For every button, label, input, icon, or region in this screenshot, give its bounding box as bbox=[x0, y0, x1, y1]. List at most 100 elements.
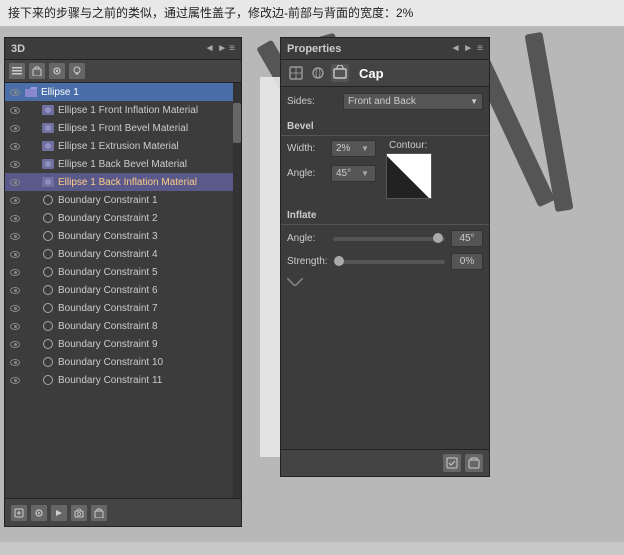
angle-input[interactable]: 45° ▼ bbox=[331, 165, 376, 182]
eye-icon[interactable] bbox=[9, 249, 21, 259]
layer-label: Boundary Constraint 9 bbox=[58, 339, 158, 350]
eye-icon[interactable] bbox=[9, 285, 21, 295]
eye-icon[interactable] bbox=[9, 195, 21, 205]
eye-icon[interactable] bbox=[9, 213, 21, 223]
toolbar-icon-light[interactable] bbox=[69, 63, 85, 79]
angle-dropdown-arrow[interactable]: ▼ bbox=[359, 169, 371, 178]
eye-icon[interactable] bbox=[9, 357, 21, 367]
panel-3d-menu[interactable]: ≡ bbox=[229, 43, 235, 54]
width-dropdown-arrow[interactable]: ▼ bbox=[359, 144, 371, 153]
layer-item[interactable]: Boundary Constraint 4 bbox=[5, 245, 241, 263]
strength-slider-track[interactable] bbox=[334, 260, 445, 264]
layer-item[interactable]: Boundary Constraint 10 bbox=[5, 353, 241, 371]
layer-item[interactable]: Boundary Constraint 1 bbox=[5, 191, 241, 209]
eye-icon[interactable] bbox=[9, 105, 21, 115]
layer-item[interactable]: Boundary Constraint 11 bbox=[5, 371, 241, 389]
layer-label: Boundary Constraint 5 bbox=[58, 267, 158, 278]
layer-item[interactable]: Boundary Constraint 7 bbox=[5, 299, 241, 317]
layer-item[interactable]: Boundary Constraint 2 bbox=[5, 209, 241, 227]
layer-item[interactable]: Boundary Constraint 6 bbox=[5, 281, 241, 299]
layer-item[interactable]: Ellipse 1 bbox=[5, 83, 241, 101]
inflate-slider-thumb[interactable] bbox=[433, 233, 443, 243]
inflate-slider-track[interactable] bbox=[333, 237, 445, 241]
props-delete-btn[interactable] bbox=[465, 454, 483, 472]
contour-preview[interactable] bbox=[386, 153, 432, 199]
layer-item[interactable]: Boundary Constraint 9 bbox=[5, 335, 241, 353]
render-btn[interactable] bbox=[51, 505, 67, 521]
props-tab-cap[interactable] bbox=[331, 64, 349, 82]
constraint-icon bbox=[41, 266, 55, 278]
scrollbar[interactable] bbox=[233, 83, 241, 498]
inflate-header: Inflate bbox=[281, 207, 489, 225]
constraint-icon bbox=[41, 284, 55, 296]
material-icon bbox=[41, 140, 55, 152]
eye-icon[interactable] bbox=[9, 303, 21, 313]
layer-item[interactable]: Ellipse 1 Front Bevel Material bbox=[5, 119, 241, 137]
contour-area: Contour: bbox=[386, 140, 432, 199]
angle-row: Angle: 45° ▼ bbox=[287, 165, 376, 182]
props-section-name: Cap bbox=[359, 66, 384, 81]
material-icon bbox=[41, 104, 55, 116]
toolbar-icon-settings[interactable] bbox=[49, 63, 65, 79]
toolbar-icon-delete[interactable] bbox=[29, 63, 45, 79]
props-header: Properties ◄ ► ≡ bbox=[281, 38, 489, 60]
constraint-icon bbox=[41, 356, 55, 368]
eye-icon[interactable] bbox=[9, 339, 21, 349]
layer-label: Ellipse 1 Front Bevel Material bbox=[58, 123, 188, 134]
scrollbar-thumb[interactable] bbox=[233, 103, 241, 143]
inflate-angle-row: Angle: 45° bbox=[281, 227, 489, 250]
eye-icon[interactable] bbox=[9, 123, 21, 133]
layer-label: Boundary Constraint 10 bbox=[58, 357, 163, 368]
folder-icon bbox=[24, 86, 38, 98]
strength-slider-thumb[interactable] bbox=[334, 256, 344, 266]
angle-value: 45° bbox=[336, 168, 351, 179]
eye-icon[interactable] bbox=[9, 321, 21, 331]
layer-label: Ellipse 1 Back Inflation Material bbox=[58, 177, 197, 188]
layer-label: Ellipse 1 Back Bevel Material bbox=[58, 159, 187, 170]
sides-value: Front and Back bbox=[348, 96, 416, 107]
constraint-icon bbox=[41, 338, 55, 350]
toolbar-icon-list[interactable] bbox=[9, 63, 25, 79]
layer-item[interactable]: Boundary Constraint 8 bbox=[5, 317, 241, 335]
add-scene-btn[interactable] bbox=[11, 505, 27, 521]
layer-item[interactable]: Boundary Constraint 5 bbox=[5, 263, 241, 281]
camera-btn[interactable] bbox=[71, 505, 87, 521]
panel-3d-collapse[interactable]: ◄ ► bbox=[205, 43, 228, 54]
strength-slider[interactable] bbox=[334, 260, 445, 264]
layer-item[interactable]: Boundary Constraint 3 bbox=[5, 227, 241, 245]
settings-btn[interactable] bbox=[31, 505, 47, 521]
width-label: Width: bbox=[287, 143, 327, 154]
eye-icon[interactable] bbox=[9, 87, 21, 97]
props-tab-mesh[interactable] bbox=[287, 64, 305, 82]
bevel-header: Bevel bbox=[281, 118, 489, 136]
panel-properties: Properties ◄ ► ≡ Cap Sides: Front bbox=[280, 37, 490, 477]
layer-item[interactable]: Ellipse 1 Front Inflation Material bbox=[5, 101, 241, 119]
props-menu[interactable]: ≡ bbox=[477, 43, 483, 54]
constraint-icon bbox=[41, 194, 55, 206]
width-input[interactable]: 2% ▼ bbox=[331, 140, 376, 157]
eye-icon[interactable] bbox=[9, 267, 21, 277]
layer-label: Boundary Constraint 6 bbox=[58, 285, 158, 296]
sides-dropdown[interactable]: Front and Back ▼ bbox=[343, 93, 483, 110]
props-save-btn[interactable] bbox=[443, 454, 461, 472]
eye-icon[interactable] bbox=[9, 141, 21, 151]
props-tab-deform[interactable] bbox=[309, 64, 327, 82]
contour-triangle bbox=[386, 154, 431, 199]
props-title: Properties bbox=[287, 43, 341, 55]
layer-item[interactable]: Ellipse 1 Back Bevel Material bbox=[5, 155, 241, 173]
eye-icon[interactable] bbox=[9, 375, 21, 385]
props-collapse[interactable]: ◄ ► bbox=[451, 43, 474, 54]
strength-value: 0% bbox=[451, 253, 483, 270]
eye-icon[interactable] bbox=[9, 231, 21, 241]
eye-icon[interactable] bbox=[9, 177, 21, 187]
material-icon bbox=[41, 176, 55, 188]
layer-item[interactable]: Ellipse 1 Back Inflation Material bbox=[5, 173, 241, 191]
panel-3d-title: 3D bbox=[11, 43, 25, 55]
inflate-slider[interactable] bbox=[333, 237, 445, 241]
layer-item[interactable]: Ellipse 1 Extrusion Material bbox=[5, 137, 241, 155]
contour-label: Contour: bbox=[389, 140, 429, 151]
layer-label: Ellipse 1 Extrusion Material bbox=[58, 141, 179, 152]
delete-btn[interactable] bbox=[91, 505, 107, 521]
eye-icon[interactable] bbox=[9, 159, 21, 169]
strength-row: Strength: 0% bbox=[281, 250, 489, 273]
